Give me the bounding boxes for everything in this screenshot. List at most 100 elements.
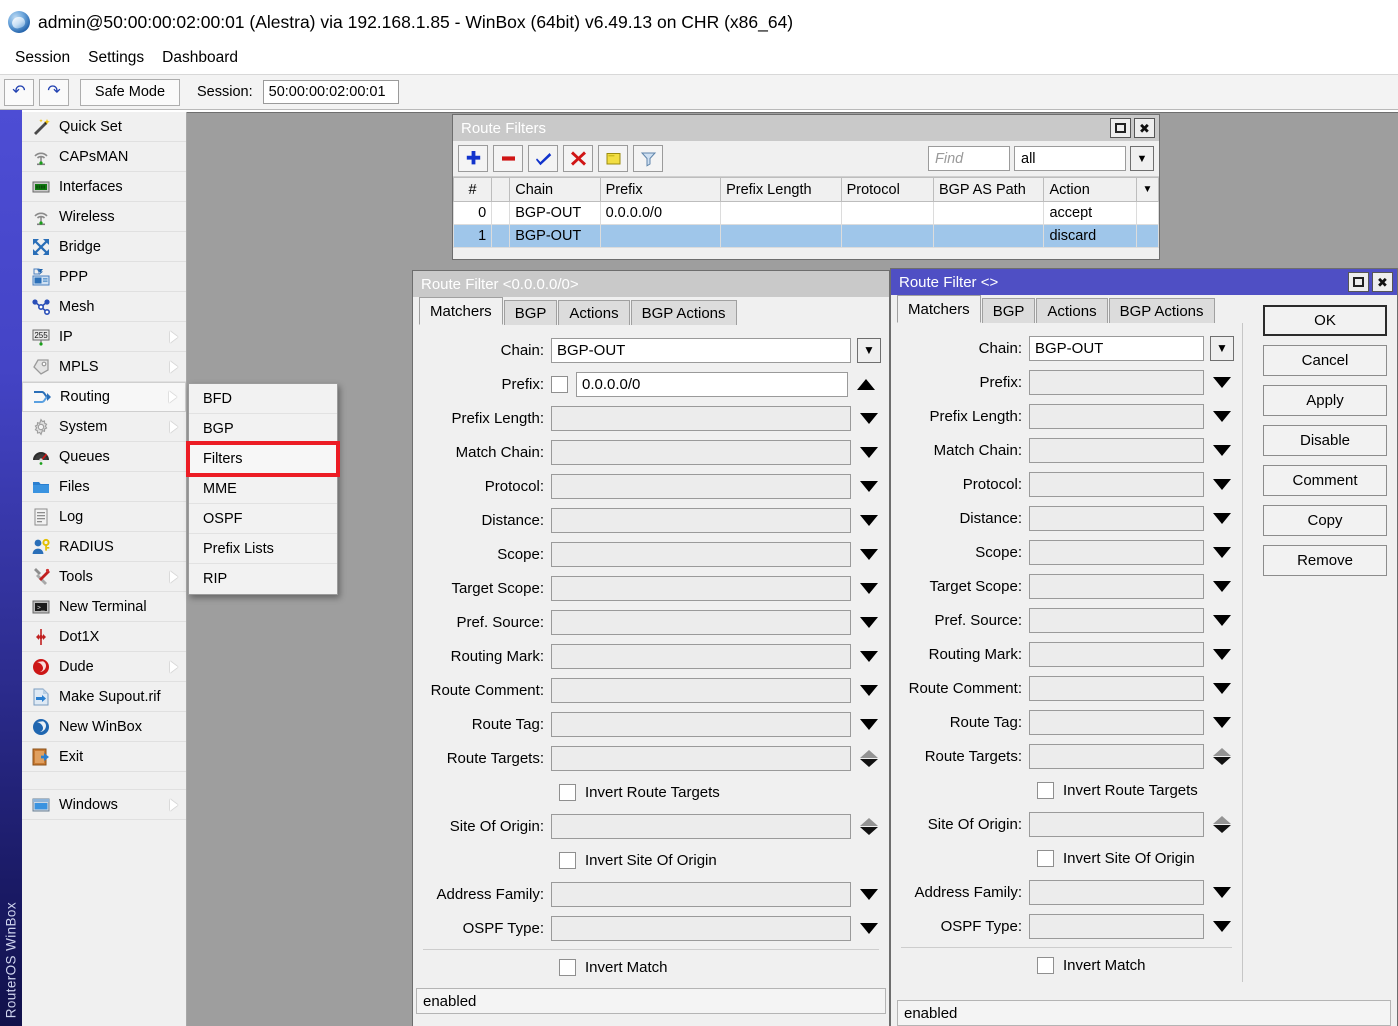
caret-down-icon[interactable] [860,481,878,492]
tab-bgp[interactable]: BGP [982,298,1036,323]
caret-down-icon[interactable] [1213,411,1231,422]
input-target-scope[interactable] [1029,574,1204,599]
spinner-icon[interactable] [1213,816,1231,833]
sidebar-item-radius[interactable]: RADIUS [22,532,186,562]
caret-down-icon[interactable] [860,413,878,424]
caret-down-icon[interactable] [1213,683,1231,694]
input-address-family[interactable] [551,882,851,907]
ok-button[interactable]: OK [1263,305,1387,336]
input-scope[interactable] [1029,540,1204,565]
submenu-item-filters[interactable]: Filters [189,444,337,474]
input-route-targets[interactable] [551,746,851,771]
input-chain[interactable]: BGP-OUT [1029,336,1204,361]
invert-route-targets-checkbox[interactable] [1037,782,1054,799]
sidebar-item-ip[interactable]: 255 IP [22,322,186,352]
enable-button[interactable] [528,145,558,172]
input-prefix-length[interactable] [551,406,851,431]
caret-down-icon[interactable] [1213,615,1231,626]
table-row[interactable]: 1 BGP-OUT discard [454,225,1159,248]
submenu-item-bfd[interactable]: BFD [189,384,337,414]
close-icon[interactable]: ✖ [1134,118,1155,138]
caret-down-icon[interactable] [1213,513,1231,524]
input-site-of-origin[interactable] [551,814,851,839]
sidebar-item-bridge[interactable]: Bridge [22,232,186,262]
sidebar-item-ppp[interactable]: PPP [22,262,186,292]
menu-item-dashboard[interactable]: Dashboard [153,47,247,69]
column-header-flag[interactable] [492,178,510,202]
input-pref-source[interactable] [551,610,851,635]
tab-matchers[interactable]: Matchers [897,295,981,323]
caret-down-icon[interactable] [860,651,878,662]
input-distance[interactable] [1029,506,1204,531]
undo-arrow-icon[interactable]: ↶ [4,79,34,106]
caret-down-icon[interactable] [860,685,878,696]
input-prefix-length[interactable] [1029,404,1204,429]
maximize-icon[interactable] [1110,118,1131,138]
input-ospf-type[interactable] [551,916,851,941]
column-header-protocol[interactable]: Protocol [841,178,933,202]
caret-down-icon[interactable] [1213,887,1231,898]
submenu-item-rip[interactable]: RIP [189,564,337,594]
caret-down-icon[interactable] [1213,547,1231,558]
tab-actions[interactable]: Actions [1036,298,1107,323]
caret-down-icon[interactable] [860,515,878,526]
sidebar-item-new-terminal[interactable]: >_ New Terminal [22,592,186,622]
sidebar-item-capsman[interactable]: CAPsMAN [22,142,186,172]
input-match-chain[interactable] [551,440,851,465]
sidebar-item-queues[interactable]: Queues [22,442,186,472]
input-routing-mark[interactable] [551,644,851,669]
sidebar-item-wireless[interactable]: Wireless [22,202,186,232]
sidebar-item-interfaces[interactable]: Interfaces [22,172,186,202]
disable-button[interactable]: Disable [1263,425,1387,456]
caret-down-icon[interactable] [1213,377,1231,388]
input-route-tag[interactable] [551,712,851,737]
input-scope[interactable] [551,542,851,567]
caret-down-icon[interactable] [1213,921,1231,932]
sidebar-item-new-winbox[interactable]: New WinBox [22,712,186,742]
input-chain[interactable]: BGP-OUT [551,338,851,363]
sidebar-item-log[interactable]: Log [22,502,186,532]
column-header-chain[interactable]: Chain [510,178,600,202]
column-header-num[interactable]: # [454,178,492,202]
sidebar-item-system[interactable]: System [22,412,186,442]
input-pref-source[interactable] [1029,608,1204,633]
copy-button[interactable]: Copy [1263,505,1387,536]
caret-down-icon[interactable] [860,583,878,594]
caret-down-icon[interactable] [860,889,878,900]
tab-actions[interactable]: Actions [558,300,629,325]
session-value-field[interactable]: 50:00:00:02:00:01 [263,80,399,104]
tab-bgp[interactable]: BGP [504,300,558,325]
sidebar-item-exit[interactable]: Exit [22,742,186,772]
column-header-action[interactable]: Action [1044,178,1136,202]
maximize-icon[interactable] [1348,272,1369,292]
submenu-item-mme[interactable]: MME [189,474,337,504]
column-header-prefix[interactable]: Prefix [600,178,721,202]
tab-bgp-actions[interactable]: BGP Actions [1109,298,1215,323]
tab-matchers[interactable]: Matchers [419,297,503,325]
submenu-item-ospf[interactable]: OSPF [189,504,337,534]
invert-route-targets-checkbox[interactable] [559,784,576,801]
caret-down-icon[interactable] [860,447,878,458]
chevron-down-icon[interactable]: ▼ [1210,336,1234,361]
caret-down-icon[interactable] [1213,581,1231,592]
chevron-down-icon[interactable]: ▼ [1130,146,1154,171]
input-route-comment[interactable] [1029,676,1204,701]
filter-select[interactable]: all [1014,146,1126,171]
caret-down-icon[interactable] [1213,649,1231,660]
caret-up-icon[interactable] [857,379,875,390]
invert-site-of-origin-checkbox[interactable] [1037,850,1054,867]
sidebar-item-make-supout[interactable]: Make Supout.rif [22,682,186,712]
disable-button[interactable] [563,145,593,172]
column-header-as-path[interactable]: BGP AS Path [933,178,1043,202]
input-route-comment[interactable] [551,678,851,703]
spinner-icon[interactable] [860,750,878,767]
safe-mode-button[interactable]: Safe Mode [80,79,180,106]
remove-button[interactable]: Remove [1263,545,1387,576]
input-match-chain[interactable] [1029,438,1204,463]
find-input[interactable]: Find [928,146,1010,171]
caret-down-icon[interactable] [1213,479,1231,490]
prefix-enable-checkbox[interactable] [551,376,568,393]
submenu-item-bgp[interactable]: BGP [189,414,337,444]
sidebar-item-mesh[interactable]: Mesh [22,292,186,322]
sidebar-item-mpls[interactable]: MPLS [22,352,186,382]
